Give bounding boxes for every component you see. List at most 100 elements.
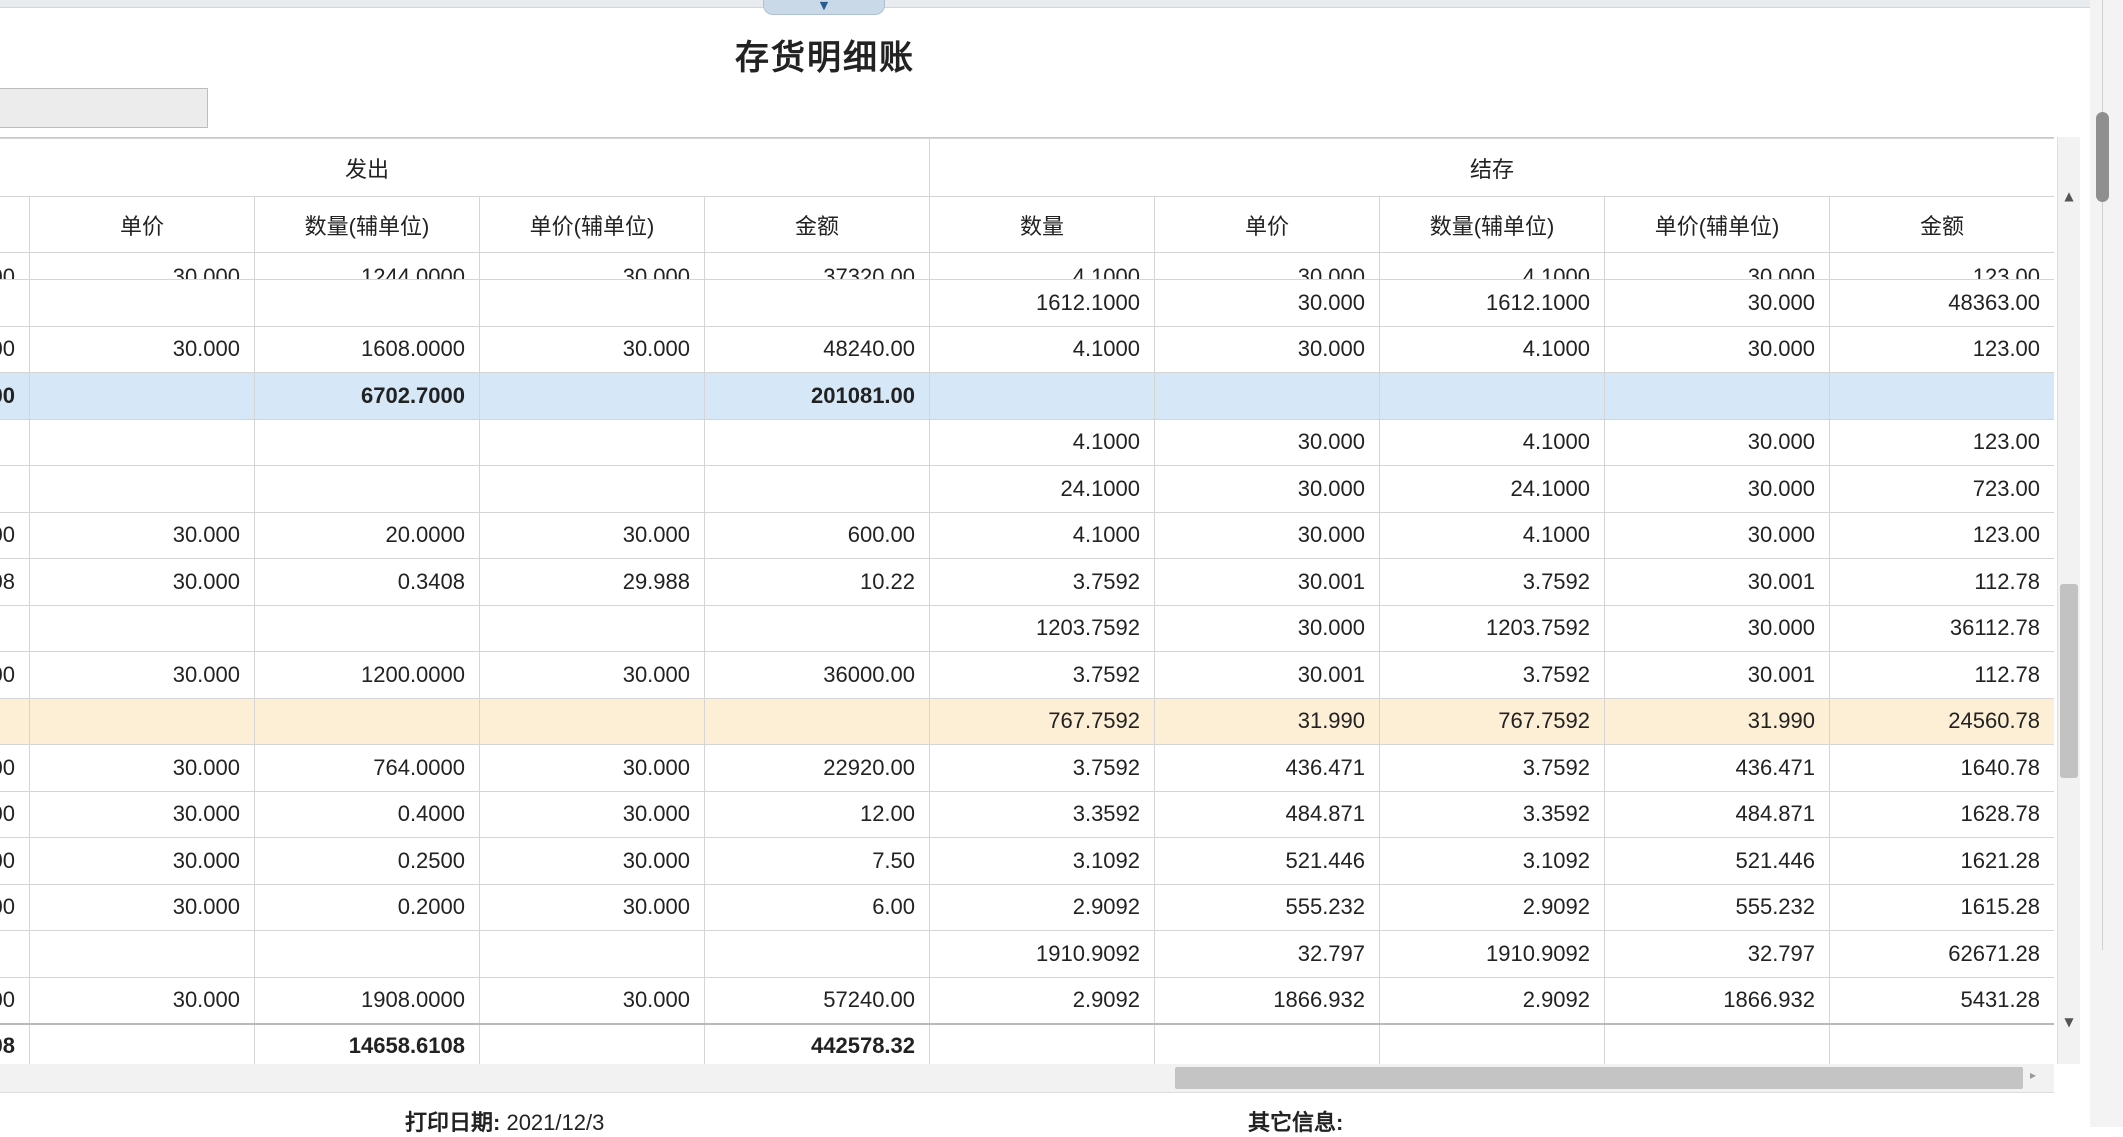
cell-value: 1615.28 — [1960, 894, 2041, 920]
scroll-right-icon[interactable]: ▸ — [2030, 1068, 2036, 1082]
chevron-down-icon[interactable]: ▼ — [764, 0, 884, 12]
table-cell: 2.9092 — [1379, 976, 1606, 1024]
print-date-value: 2021/12/3 — [506, 1110, 605, 1135]
table-cell: 555.232 — [1604, 883, 1831, 931]
cell-value: 30.000 — [622, 336, 690, 362]
table-cell: 30.000 — [29, 837, 255, 885]
cell-value: 484.871 — [1285, 801, 1366, 827]
table-row[interactable]: 00 30.000 20.0000 30.000 600.00 4.1000 30.000 4… — [0, 511, 2054, 559]
scroll-up-icon[interactable]: ▲ — [2058, 189, 2080, 203]
page-vertical-scroll-thumb[interactable] — [2096, 112, 2109, 202]
table-cell: 4.1000 — [929, 325, 1156, 373]
cell-value: 30.000 — [1297, 264, 1366, 280]
table-cell: 4.1000 — [929, 511, 1156, 559]
cell-value: 0.4000 — [397, 801, 465, 827]
table-row[interactable]: 00 6702.7000 201081.00 — [0, 372, 2054, 420]
cell-value: 112.78 — [1974, 568, 2041, 594]
table-row[interactable]: 00 30.000 1200.0000 30.000 36000.00 3.7592 30.… — [0, 651, 2054, 699]
table-row[interactable]: 00 30.000 0.4000 30.000 12.00 3.3592 484.871 3.… — [0, 790, 2054, 838]
table-row[interactable]: 08 30.000 0.3408 29.988 10.22 3.7592 30.001 3.7… — [0, 558, 2054, 606]
cell-value: 3.7592 — [1072, 754, 1141, 780]
table-cell: 30.000 — [1154, 418, 1381, 466]
cell-value: 0.3408 — [397, 568, 465, 594]
table-cell: 1612.1000 — [1379, 279, 1606, 327]
header-issue-amount[interactable]: 金额 — [703, 196, 931, 253]
table-row[interactable]: 00 30.000 1908.0000 30.000 57240.00 2.9092 186… — [0, 976, 2054, 1024]
header-issue-unit-price[interactable]: 单价 — [29, 196, 255, 253]
cell-value: 30.000 — [622, 847, 690, 873]
cell-value: 30.000 — [1747, 264, 1816, 280]
table-cell — [29, 279, 255, 327]
table-cell — [703, 418, 931, 466]
table-cell: 2.9092 — [1379, 883, 1606, 931]
table-cell: 30.000 — [479, 883, 705, 931]
page-vertical-scrollbar[interactable] — [2090, 0, 2123, 1127]
table-vertical-scrollbar[interactable]: ▲ ▼ — [2057, 137, 2080, 1064]
cell-value: 2.9092 — [1072, 894, 1141, 920]
cell-value: 30.000 — [1747, 429, 1816, 455]
cell-value: 1612.1000 — [1036, 289, 1141, 315]
cell-value: 00 — [0, 661, 15, 687]
scroll-down-icon[interactable]: ▼ — [2058, 1015, 2080, 1029]
cell-value: 3.3592 — [1522, 801, 1591, 827]
table-row[interactable]: 24.1000 30.000 24.1000 30.000 723.00 — [0, 465, 2054, 513]
cell-value: 32.797 — [1297, 940, 1366, 966]
table-cell: 3.3592 — [1379, 790, 1606, 838]
header-balance-unit-price[interactable]: 单价 — [1154, 196, 1381, 253]
table-cell: 3.7592 — [929, 558, 1156, 606]
table-horizontal-scrollbar[interactable]: ▸ — [0, 1064, 2054, 1093]
table-row[interactable]: 00 30.000 0.2500 30.000 7.50 3.1092 521.446 3.1… — [0, 837, 2054, 885]
cell-value: 4.1000 — [1072, 429, 1141, 455]
header-issue-qty-aux[interactable]: 数量(辅单位) — [254, 196, 480, 253]
table-row[interactable]: 00 30.000 1244.0000 30.000 37320.00 4.1000 30.… — [0, 252, 2054, 280]
header-balance-unit-price-aux[interactable]: 单价(辅单位) — [1604, 196, 1831, 253]
table-row[interactable]: 00 30.000 1608.0000 30.000 48240.00 4.1000 30.… — [0, 325, 2054, 373]
table-cell: 1628.78 — [1829, 790, 2054, 838]
table-cell — [0, 697, 30, 745]
table-row[interactable]: 1910.9092 32.797 1910.9092 32.797 62671.28 — [0, 930, 2054, 978]
header-balance-qty[interactable]: 数量 — [929, 196, 1156, 253]
table-row[interactable]: 767.7592 31.990 767.7592 31.990 24560.78 — [0, 697, 2054, 745]
total-row[interactable]: 08 14658.6108 442578.32 — [0, 1022, 2054, 1065]
table-cell: 767.7592 — [929, 697, 1156, 745]
table-horizontal-scroll-thumb[interactable] — [1175, 1067, 2023, 1089]
cell-value: 30.000 — [1297, 336, 1366, 362]
cell-value: 00 — [0, 336, 15, 362]
table-cell — [703, 930, 931, 978]
filter-input[interactable] — [0, 88, 208, 128]
table-row[interactable]: 1612.1000 30.000 1612.1000 30.000 48363.00 — [0, 279, 2054, 327]
table-cell: 1612.1000 — [929, 279, 1156, 327]
table-cell — [254, 604, 480, 652]
cell-value: 2.9092 — [1522, 987, 1591, 1012]
table-cell — [479, 697, 705, 745]
table-cell — [0, 930, 30, 978]
table-vertical-scroll-thumb[interactable] — [2060, 584, 2078, 778]
cell-value: 29.988 — [622, 568, 690, 594]
table-row[interactable]: 1203.7592 30.000 1203.7592 30.000 36112.78 — [0, 604, 2054, 652]
table-cell: 48363.00 — [1829, 279, 2054, 327]
table-cell: 3.7592 — [929, 651, 1156, 699]
cell-value: 32.797 — [1747, 940, 1816, 966]
table-cell: 6.00 — [703, 883, 931, 931]
table-row[interactable]: 00 30.000 764.0000 30.000 22920.00 3.7592 436.… — [0, 744, 2054, 792]
table-row[interactable]: 00 30.000 0.2000 30.000 6.00 2.9092 555.232 2.9… — [0, 883, 2054, 931]
table-cell: 30.000 — [1154, 252, 1381, 280]
table-cell: 5431.28 — [1829, 976, 2054, 1024]
cell-value: 57240.00 — [823, 987, 916, 1012]
header-balance-amount[interactable]: 金额 — [1829, 196, 2054, 253]
table-cell: 00 — [0, 744, 30, 792]
cell-value: 1910.9092 — [1036, 940, 1141, 966]
header-balance-qty-aux[interactable]: 数量(辅单位) — [1379, 196, 1606, 253]
table-cell: 1615.28 — [1829, 883, 2054, 931]
cell-value: 555.232 — [1285, 894, 1366, 920]
table-cell: 1866.932 — [1604, 976, 1831, 1024]
collapse-panel-tab[interactable]: ▼ — [763, 0, 885, 15]
cell-value: 1908.0000 — [361, 987, 465, 1012]
table-cell: 4.1000 — [929, 418, 1156, 466]
cell-value: 00 — [0, 987, 15, 1012]
table-row[interactable]: 4.1000 30.000 4.1000 30.000 123.00 — [0, 418, 2054, 466]
cell-value: 4.1000 — [1072, 522, 1141, 548]
table-cell: 30.000 — [1604, 418, 1831, 466]
header-issue-unit-price-aux[interactable]: 单价(辅单位) — [479, 196, 705, 253]
cell-value: 1640.78 — [1960, 754, 2041, 780]
